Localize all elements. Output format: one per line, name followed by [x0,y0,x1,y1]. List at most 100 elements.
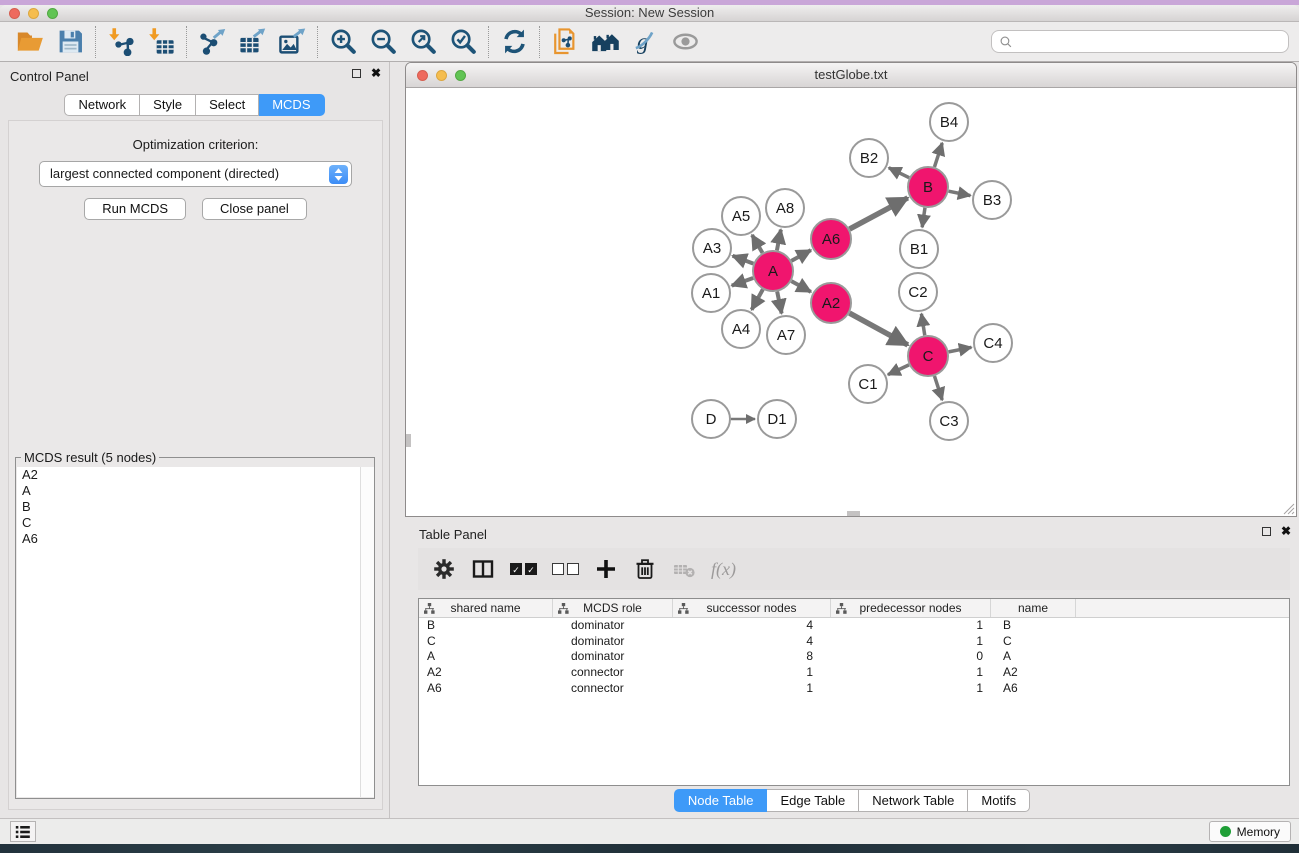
edge-C-C2[interactable] [921,314,924,336]
zoom-selected-button[interactable] [443,25,483,59]
edge-A-A3[interactable] [733,256,754,264]
export-image-button[interactable] [272,25,312,59]
result-item-c[interactable]: C [17,515,373,531]
result-scrollbar[interactable] [360,467,374,797]
column-header-predecessor-nodes[interactable]: predecessor nodes [831,599,991,617]
import-table-button[interactable] [141,25,181,59]
horizontal-scroll-thumb[interactable] [847,511,860,516]
node-A7[interactable]: A7 [767,316,805,354]
import-network-button[interactable] [101,25,141,59]
cell[interactable]: 8 [673,649,831,665]
edge-C-C3[interactable] [934,376,942,400]
cell[interactable]: 1 [673,681,831,697]
node-A1[interactable]: A1 [692,274,730,312]
edge-B-B1[interactable] [922,208,925,227]
cell[interactable]: A6 [419,681,553,697]
close-panel-button[interactable]: Close panel [202,198,307,220]
edge-A-A5[interactable] [752,235,762,253]
search-input[interactable] [1013,35,1281,49]
column-manager-button[interactable] [471,557,495,581]
table-row-a6[interactable]: A6connector11A6 [419,681,1289,697]
result-item-b[interactable]: B [17,499,373,515]
new-network-button[interactable] [545,25,585,59]
edge-A-A4[interactable] [752,289,763,309]
zoom-fit-button[interactable] [403,25,443,59]
close-table-panel-icon[interactable]: ✖ [1281,526,1291,536]
run-mcds-button[interactable]: Run MCDS [84,198,186,220]
search-field[interactable] [991,30,1289,53]
cell[interactable]: B [991,618,1076,634]
node-C3[interactable]: C3 [930,402,968,440]
table-tab-network-table[interactable]: Network Table [859,789,968,812]
network-canvas[interactable]: A5A8A3A1A4A7AA6A2B2B4BB3B1C2CC4C1C3DD1 [406,89,1296,516]
annotation-toggle-button[interactable]: g [625,25,665,59]
table-row-a[interactable]: Adominator80A [419,649,1289,665]
cell[interactable]: connector [553,681,673,697]
cell[interactable]: 4 [673,618,831,634]
edge-C-C4[interactable] [949,347,972,352]
node-C1[interactable]: C1 [849,365,887,403]
cell[interactable]: 1 [831,681,991,697]
table-row-a2[interactable]: A2connector11A2 [419,665,1289,681]
column-header-successor-nodes[interactable]: successor nodes [673,599,831,617]
edge-A6-B[interactable] [850,198,908,229]
node-C[interactable]: C [908,336,948,376]
node-A3[interactable]: A3 [693,229,731,267]
edge-A-A1[interactable] [732,278,753,286]
cell[interactable]: A2 [991,665,1076,681]
show-hide-button[interactable] [665,25,705,59]
column-header-MCDS-role[interactable]: MCDS role [553,599,673,617]
minimize-window-button[interactable] [28,8,39,19]
node-C2[interactable]: C2 [899,273,937,311]
cell[interactable]: A6 [991,681,1076,697]
cell[interactable]: dominator [553,649,673,665]
cell[interactable]: 0 [831,649,991,665]
result-item-a6[interactable]: A6 [17,531,373,547]
node-B4[interactable]: B4 [930,103,968,141]
edge-A-A2[interactable] [791,281,810,292]
tab-mcds[interactable]: MCDS [259,94,324,116]
cell[interactable]: 4 [673,634,831,650]
cell[interactable]: 1 [831,634,991,650]
node-D1[interactable]: D1 [758,400,796,438]
home-button[interactable] [585,25,625,59]
vertical-scroll-thumb[interactable] [406,434,411,447]
edge-B-B3[interactable] [949,191,971,195]
node-B1[interactable]: B1 [900,230,938,268]
edge-B-B4[interactable] [934,143,942,167]
node-A5[interactable]: A5 [722,197,760,235]
edge-B-B2[interactable] [889,168,909,178]
table-options-button[interactable] [432,557,456,581]
edge-A-A8[interactable] [777,230,781,251]
network-zoom-button[interactable] [455,70,466,81]
edge-A2-C[interactable] [849,313,907,345]
zoom-window-button[interactable] [47,8,58,19]
cell[interactable]: connector [553,665,673,681]
export-network-button[interactable] [192,25,232,59]
add-column-button[interactable] [594,557,618,581]
edge-C-C1[interactable] [888,365,909,375]
close-window-button[interactable] [9,8,20,19]
cell[interactable]: B [419,618,553,634]
save-session-button[interactable] [50,25,90,59]
node-B2[interactable]: B2 [850,139,888,177]
criterion-select[interactable]: largest connected component (directed) [39,161,352,187]
task-history-button[interactable] [10,821,36,842]
mcds-result-list[interactable]: A2ABCA6 [17,467,373,797]
cell[interactable]: C [991,634,1076,650]
table-tab-edge-table[interactable]: Edge Table [767,789,859,812]
table-row-b[interactable]: Bdominator41B [419,618,1289,634]
cell[interactable]: 1 [831,665,991,681]
cell[interactable]: C [419,634,553,650]
edge-A-A7[interactable] [777,292,781,314]
cell[interactable]: A2 [419,665,553,681]
tab-style[interactable]: Style [140,94,196,116]
cell[interactable]: dominator [553,634,673,650]
network-minimize-button[interactable] [436,70,447,81]
memory-button[interactable]: Memory [1209,821,1291,842]
resize-grip[interactable] [1282,502,1295,515]
node-A6[interactable]: A6 [811,219,851,259]
node-D[interactable]: D [692,400,730,438]
column-header-shared-name[interactable]: shared name [419,599,553,617]
table-row-c[interactable]: Cdominator41C [419,634,1289,650]
